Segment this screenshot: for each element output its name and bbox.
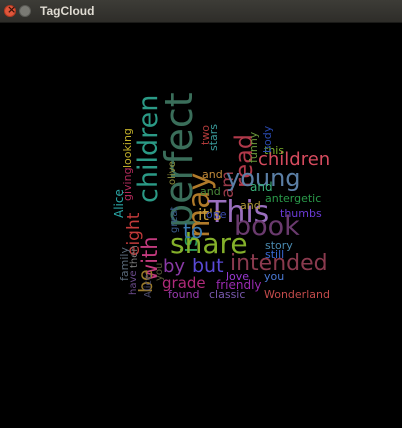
tag-cloud-canvas: perfect children may with eight be is re… [0, 23, 402, 428]
tag-word[interactable]: and [200, 186, 221, 197]
tag-word[interactable]: antergetic [265, 193, 321, 204]
tag-word[interactable]: looking [121, 128, 134, 168]
title-bar: TagCloud [0, 0, 402, 23]
minimize-window-button[interactable] [19, 5, 31, 17]
tag-word[interactable]: found [168, 289, 200, 300]
tag-word[interactable]: love [226, 271, 249, 282]
close-window-button[interactable] [4, 3, 16, 17]
tag-word[interactable]: giving [121, 167, 134, 201]
tag-word[interactable]: body [261, 126, 274, 153]
tag-word[interactable]: classic [209, 289, 245, 300]
tag-word[interactable]: children [133, 95, 164, 203]
tag-word[interactable]: one [206, 209, 226, 220]
tag-word[interactable]: then [129, 245, 140, 268]
tag-word[interactable]: have [128, 270, 139, 295]
tag-word[interactable]: you [154, 263, 165, 281]
tag-word[interactable]: and [240, 200, 261, 211]
tag-word[interactable]: you [264, 271, 284, 282]
tag-word[interactable]: stars [207, 124, 220, 151]
tag-word[interactable]: great [169, 207, 180, 233]
tag-word[interactable]: olive [167, 161, 178, 185]
tag-word[interactable]: and [250, 181, 273, 193]
tag-word[interactable]: funny [247, 132, 260, 163]
tag-word[interactable]: Alice [143, 274, 154, 298]
tag-word[interactable]: and [202, 169, 223, 180]
tag-word[interactable]: still [265, 249, 284, 260]
tag-word[interactable]: to [183, 221, 203, 241]
window-title: TagCloud [40, 4, 95, 18]
tag-word[interactable]: Wonderland [264, 289, 330, 300]
tag-word[interactable]: thumbs [280, 208, 322, 219]
